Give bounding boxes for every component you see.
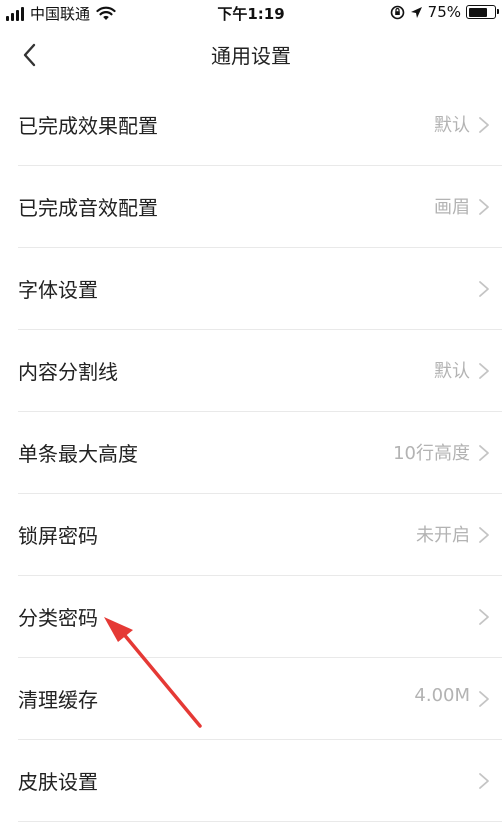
settings-list: 已完成效果配置 默认 已完成音效配置 画眉 字体设置 内容分割线 默认 单条最大高度 10行高度… [0,84,502,822]
location-arrow-icon [410,6,422,18]
chevron-right-icon [479,609,489,625]
settings-row-label: 单条最大高度 [18,442,138,466]
settings-row-label: 已完成音效配置 [18,196,158,220]
settings-row-value: 画眉 [434,197,470,218]
settings-row-label: 锁屏密码 [18,524,98,548]
page-title: 通用设置 [211,44,291,68]
settings-row[interactable]: 已完成音效配置 画眉 [18,166,502,248]
settings-row[interactable]: 已完成效果配置 默认 [18,84,502,166]
settings-row[interactable]: 分类密码 [18,576,502,658]
settings-row-value: 未开启 [416,525,470,546]
settings-row-value: 默认 [434,361,470,382]
battery-icon [466,5,499,19]
settings-row-value: 10行高度 [393,443,470,464]
settings-row[interactable]: 内容分割线 默认 [18,330,502,412]
settings-row[interactable]: 皮肤设置 [18,740,502,822]
status-right: 75% [390,3,499,21]
settings-row-label: 皮肤设置 [18,770,98,794]
chevron-right-icon [479,117,489,133]
settings-row-label: 字体设置 [18,278,98,302]
settings-row[interactable]: 单条最大高度 10行高度 [18,412,502,494]
settings-row-value: 4.00M [414,685,470,706]
chevron-right-icon [479,445,489,461]
chevron-right-icon [479,773,489,789]
chevron-right-icon [479,691,489,707]
settings-row[interactable]: 锁屏密码 未开启 [18,494,502,576]
orientation-lock-icon [390,5,404,19]
chevron-right-icon [479,281,489,297]
chevron-right-icon [479,527,489,543]
settings-row-label: 清理缓存 [18,688,98,712]
settings-row-label: 内容分割线 [18,360,118,384]
settings-row-label: 已完成效果配置 [18,114,158,138]
settings-row[interactable]: 字体设置 [18,248,502,330]
battery-level [468,7,488,17]
battery-percent: 75% [427,3,461,21]
settings-row-label: 分类密码 [18,606,98,630]
settings-row-value: 默认 [434,115,470,136]
nav-bar: 通用设置 [0,26,502,84]
chevron-right-icon [479,363,489,379]
chevron-right-icon [479,199,489,215]
status-bar: 中国联通 下午1:19 75% [0,0,502,26]
settings-row[interactable]: 清理缓存 4.00M [18,658,502,740]
